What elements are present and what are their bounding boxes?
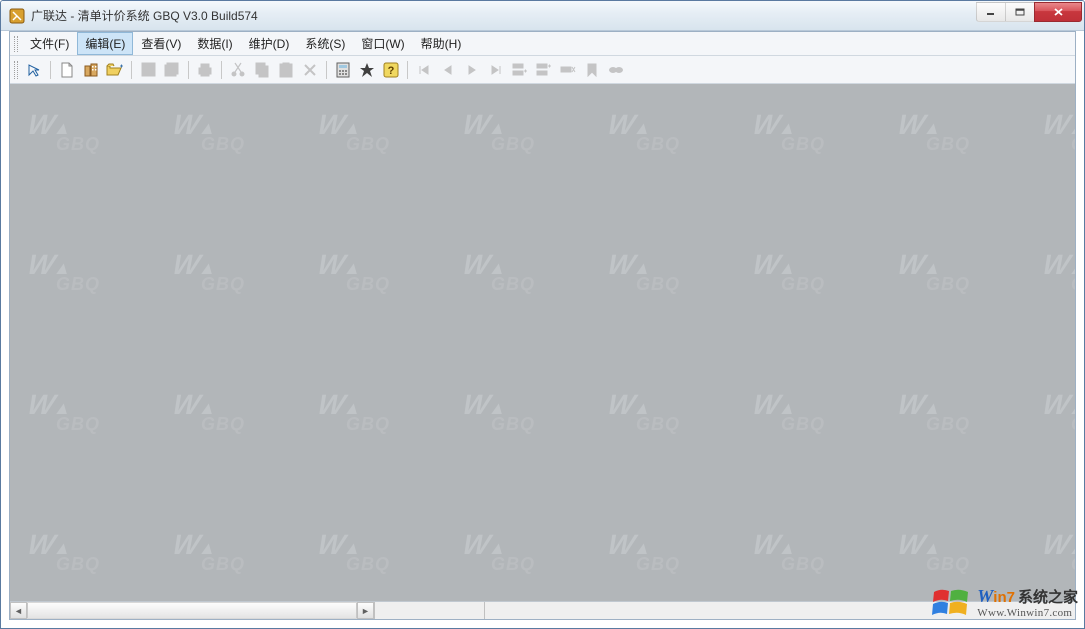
watermark-item: W▲GBQ [898, 114, 998, 155]
window-frame: 广联达 - 清单计价系统 GBQ V3.0 Build574 文件(F) 编辑(… [0, 0, 1085, 629]
separator [50, 61, 51, 79]
tb-insert-above-icon[interactable] [510, 60, 530, 80]
watermark-item: W▲GBQ [608, 114, 708, 155]
separator [188, 61, 189, 79]
minimize-button[interactable] [976, 2, 1006, 22]
watermark-item: W▲GBQ [1043, 114, 1075, 155]
maximize-button[interactable] [1005, 2, 1035, 22]
tb-star-icon[interactable] [357, 60, 377, 80]
menu-view[interactable]: 查看(V) [133, 32, 189, 55]
menu-maintain[interactable]: 维护(D) [241, 32, 298, 55]
tb-open-icon[interactable] [105, 60, 125, 80]
titlebar[interactable]: 广联达 - 清单计价系统 GBQ V3.0 Build574 [1, 1, 1084, 31]
brand-url: Www.Winwin7.com [977, 607, 1078, 620]
brand-text: Win7系统之家 Www.Winwin7.com [977, 586, 1078, 619]
watermark-item: W▲GBQ [463, 254, 563, 295]
svg-text:?: ? [388, 65, 395, 77]
tb-cut-icon[interactable] [228, 60, 248, 80]
tb-help-icon[interactable]: ? [381, 60, 401, 80]
tb-arrow-icon[interactable] [24, 60, 44, 80]
watermark-item: W▲GBQ [753, 254, 853, 295]
brand-w: W [977, 586, 993, 606]
watermark-item: W▲GBQ [318, 394, 418, 435]
menu-data[interactable]: 数据(I) [189, 32, 240, 55]
close-button[interactable] [1034, 2, 1082, 22]
toolbar: ? [10, 56, 1075, 84]
menubar-grip[interactable] [14, 36, 18, 52]
menu-file[interactable]: 文件(F) [22, 32, 77, 55]
separator [131, 61, 132, 79]
scrollbar-region: ◄ ► [10, 601, 1075, 619]
tb-next-icon[interactable] [462, 60, 482, 80]
watermark-item: W▲GBQ [898, 534, 998, 575]
watermark-item: W▲GBQ [608, 394, 708, 435]
separator [407, 61, 408, 79]
watermark-grid: W▲GBQ W▲GBQ W▲GBQ W▲GBQ W▲GBQ W▲GBQ W▲GBQ W▲GBQ… [10, 84, 1075, 601]
tb-saveall-icon[interactable] [162, 60, 182, 80]
watermark-item: W▲GBQ [463, 394, 563, 435]
tb-last-icon[interactable] [486, 60, 506, 80]
watermark-item: W▲GBQ [463, 114, 563, 155]
watermark-item: W▲GBQ [753, 394, 853, 435]
watermark-item: W▲GBQ [608, 254, 708, 295]
tb-print-icon[interactable] [195, 60, 215, 80]
tb-bookmark-icon[interactable] [582, 60, 602, 80]
tb-copy-icon[interactable] [252, 60, 272, 80]
content-area: W▲GBQ W▲GBQ W▲GBQ W▲GBQ W▲GBQ W▲GBQ W▲GBQ W▲GBQ… [10, 84, 1075, 601]
separator [326, 61, 327, 79]
watermark-item: W▲GBQ [608, 534, 708, 575]
watermark-item: W▲GBQ [898, 254, 998, 295]
tb-prev-icon[interactable] [438, 60, 458, 80]
watermark-item: W▲GBQ [173, 114, 273, 155]
toolbar-grip[interactable] [14, 61, 18, 79]
tb-paste-icon[interactable] [276, 60, 296, 80]
app-icon [9, 8, 25, 24]
watermark-item: W▲GBQ [898, 394, 998, 435]
menu-help[interactable]: 帮助(H) [413, 32, 470, 55]
scroll-right-button[interactable]: ► [357, 602, 374, 619]
watermark-item: W▲GBQ [753, 114, 853, 155]
menu-window[interactable]: 窗口(W) [353, 32, 412, 55]
menubar: 文件(F) 编辑(E) 查看(V) 数据(I) 维护(D) 系统(S) 窗口(W… [10, 32, 1075, 56]
tb-save-icon[interactable] [138, 60, 158, 80]
watermark-item: W▲GBQ [318, 114, 418, 155]
tb-first-icon[interactable] [414, 60, 434, 80]
scroll-thumb[interactable] [27, 603, 357, 618]
horizontal-scrollbar[interactable]: ◄ ► [10, 602, 1075, 619]
brand-watermark: Win7系统之家 Www.Winwin7.com [931, 584, 1078, 622]
scroll-left-button[interactable]: ◄ [10, 602, 27, 619]
tb-link-icon[interactable] [606, 60, 626, 80]
menu-edit[interactable]: 编辑(E) [77, 32, 133, 55]
watermark-item: W▲GBQ [318, 254, 418, 295]
watermark-item: W▲GBQ [1043, 254, 1075, 295]
window-controls [977, 2, 1082, 22]
watermark-item: W▲GBQ [463, 534, 563, 575]
tb-insert-below-icon[interactable] [534, 60, 554, 80]
watermark-item: W▲GBQ [1043, 534, 1075, 575]
watermark-item: W▲GBQ [173, 254, 273, 295]
watermark-item: W▲GBQ [28, 534, 128, 575]
tb-row-delete-icon[interactable] [558, 60, 578, 80]
tb-building-icon[interactable] [81, 60, 101, 80]
scroll-track[interactable] [27, 602, 357, 619]
scroll-spacer [374, 602, 484, 619]
tb-new-icon[interactable] [57, 60, 77, 80]
watermark-item: W▲GBQ [318, 534, 418, 575]
watermark-item: W▲GBQ [173, 394, 273, 435]
tb-delete-icon[interactable] [300, 60, 320, 80]
windows-logo-icon [931, 584, 971, 622]
watermark-item: W▲GBQ [28, 114, 128, 155]
watermark-item: W▲GBQ [28, 254, 128, 295]
watermark-item: W▲GBQ [173, 534, 273, 575]
brand-cn: 系统之家 [1018, 589, 1078, 606]
menu-system[interactable]: 系统(S) [297, 32, 353, 55]
window-title: 广联达 - 清单计价系统 GBQ V3.0 Build574 [31, 7, 977, 24]
brand-in7: in7 [993, 589, 1015, 606]
watermark-item: W▲GBQ [1043, 394, 1075, 435]
inner-frame: 文件(F) 编辑(E) 查看(V) 数据(I) 维护(D) 系统(S) 窗口(W… [9, 31, 1076, 620]
tb-calculator-icon[interactable] [333, 60, 353, 80]
watermark-item: W▲GBQ [28, 394, 128, 435]
watermark-item: W▲GBQ [753, 534, 853, 575]
separator [221, 61, 222, 79]
